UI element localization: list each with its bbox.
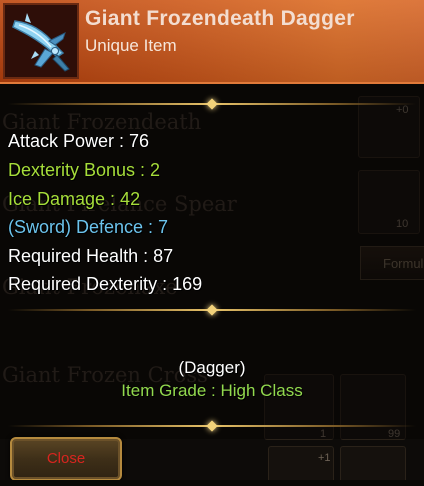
stat-dexterity-bonus: Dexterity Bonus : 2	[8, 160, 161, 180]
divider	[8, 420, 416, 432]
item-type: (Dagger)	[178, 358, 246, 377]
close-button[interactable]: Close	[10, 437, 122, 481]
frozendeath-dagger-icon	[5, 5, 77, 77]
stat-ice-damage: Ice Damage : 42	[8, 189, 141, 209]
slot-count: +1	[318, 452, 331, 464]
stat-required-health: Required Health : 87	[8, 246, 174, 266]
item-name: Giant Frozendeath Dagger	[85, 7, 355, 30]
bottom-strip	[0, 480, 424, 486]
stat-sword-defence: (Sword) Defence : 7	[8, 217, 169, 237]
stat-attack-power: Attack Power : 76	[8, 131, 150, 151]
divider	[8, 98, 416, 110]
stat-required-dexterity: Required Dexterity : 169	[8, 274, 203, 294]
item-rarity: Unique Item	[85, 36, 177, 55]
divider	[8, 304, 416, 316]
item-tooltip-header: Giant Frozendeath Dagger Unique Item	[0, 0, 424, 84]
game-screen: Giant Frozendeath Giant Firelance Spear …	[0, 0, 424, 486]
item-icon-frame	[3, 3, 79, 79]
item-grade: Item Grade : High Class	[121, 381, 303, 400]
